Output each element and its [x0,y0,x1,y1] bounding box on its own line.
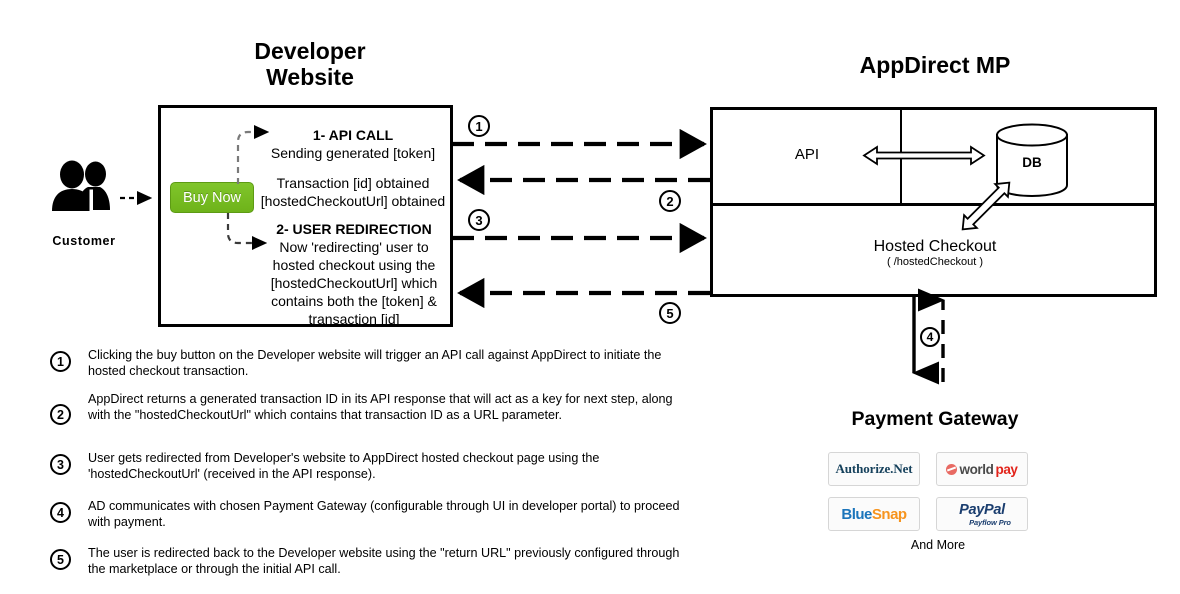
bluesnap-logo-part1: Blue [841,505,872,523]
hosted-checkout-label: Hosted Checkout [873,238,997,255]
worldpay-logo-part1: world [959,461,994,477]
diagram-canvas: Developer Website AppDirect MP Payment G… [0,0,1180,594]
gateway-logo-authorize-net: Authorize.Net [828,452,920,486]
appdirect-box-horizontal-divider [710,203,1157,206]
flow-arrow-3 [452,222,714,254]
paypal-logo-part1: PayPal [959,501,1005,518]
legend-number-3: 3 [50,454,71,475]
appdirect-mp-box [710,107,1157,297]
db-label: DB [1022,155,1042,170]
legend-number-2: 2 [50,404,71,425]
and-more-label: And More [910,538,966,552]
paypal-logo-text: PayPal Payflow Pro [953,502,1011,527]
legend-text-4: AD communicates with chosen Payment Gate… [88,499,680,529]
step1-title-text: 1- API CALL [312,127,394,143]
response-line-2: [hostedCheckoutUrl] obtained [260,193,446,209]
gateway-logo-bluesnap: BlueSnap [828,497,920,531]
step2-title: 2- USER REDIRECTION [258,220,450,238]
step1-title: 1- API CALL [262,126,444,144]
appdirect-to-gateway-arrow [905,297,940,389]
developer-website-title-line1: Developer [254,38,366,64]
gateway-logo-paypal-payflow-pro: PayPal Payflow Pro [936,497,1028,531]
authorize-net-logo-text: Authorize.Net [835,461,913,476]
legend-number-5: 5 [50,549,71,570]
flow-marker-4: 4 [920,327,940,347]
legend-text-2: AppDirect returns a generated transactio… [88,392,673,422]
developer-website-title-line2: Website [266,64,354,90]
flow-arrow-1 [452,128,714,160]
response-line-1: Transaction [id] obtained [276,175,430,191]
gateway-logo-worldpay: world pay [936,452,1028,486]
developer-website-title: Developer Website [150,38,470,90]
flow-arrow-2 [452,164,714,196]
flow-marker-1: 1 [468,115,490,137]
step2-body: Now 'redirecting' user to hosted checkou… [270,239,438,327]
legend-text-5: The user is redirected back to the Devel… [88,546,680,576]
hosted-checkout-path: ( /hostedCheckout ) [887,256,983,268]
api-label: API [794,146,820,163]
appdirect-mp-title: AppDirect MP [859,52,1011,78]
step1-body: Sending generated [token] [270,145,436,161]
legend-text-1: Clicking the buy button on the Developer… [88,348,662,378]
bluesnap-logo-part2: Snap [871,505,907,523]
legend-text-3: User gets redirected from Developer's we… [88,451,600,481]
api-db-bidirectional-arrow [862,143,986,171]
worldpay-logo-text: world pay [946,461,1018,477]
customer-label: Customer [52,234,116,248]
legend-number-4: 4 [50,502,71,523]
flow-marker-2: 2 [659,190,681,212]
customer-to-website-arrow [118,188,162,208]
flow-marker-5: 5 [659,302,681,324]
legend-number-1: 1 [50,351,71,372]
worldpay-logo-part2: pay [995,461,1018,477]
customer-icon [48,160,120,212]
bluesnap-logo-text: BlueSnap [841,505,907,523]
worldpay-mark-icon [946,463,958,475]
payment-gateway-title: Payment Gateway [851,408,1019,430]
step2-title-text: 2- USER REDIRECTION [276,221,432,237]
flow-marker-3: 3 [468,209,490,231]
paypal-logo-part2: Payflow Pro [969,517,1011,527]
db-hosted-checkout-bidirectional-arrow [950,170,1022,242]
